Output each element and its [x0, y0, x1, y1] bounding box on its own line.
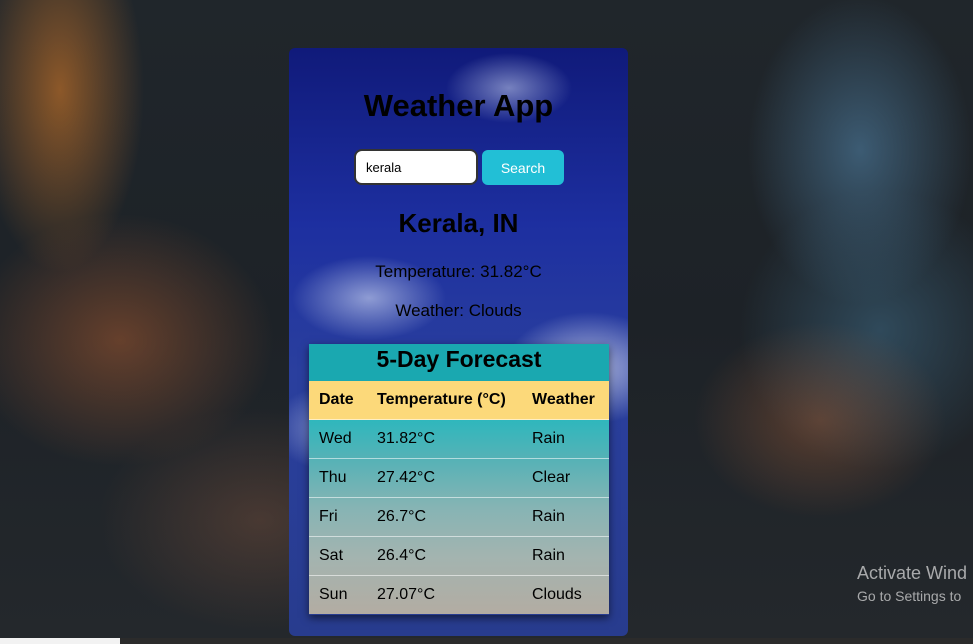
column-header-weather: Weather: [532, 391, 595, 408]
column-header-temperature: Temperature (°C): [377, 391, 506, 408]
weather-app-card: Weather App Search Kerala, IN Temperatur…: [289, 48, 628, 636]
forecast-weather: Rain: [522, 419, 609, 459]
search-button[interactable]: Search: [482, 150, 564, 185]
table-row: Sun 27.07°C Clouds: [309, 575, 609, 614]
watermark-title: Activate Wind: [857, 563, 968, 583]
forecast-weather: Rain: [522, 497, 609, 537]
forecast-table: Date Temperature (°C) Weather Wed 31.82°…: [309, 381, 609, 614]
taskbar-thumbnail[interactable]: [0, 638, 120, 644]
forecast-day: Sun: [309, 575, 367, 614]
table-row: Fri 26.7°C Rain: [309, 497, 609, 537]
forecast-temperature: 27.07°C: [367, 575, 522, 614]
forecast-day: Sat: [309, 536, 367, 576]
table-row: Thu 27.42°C Clear: [309, 458, 609, 498]
taskbar-strip: [0, 638, 973, 644]
forecast-title: 5-Day Forecast: [309, 344, 609, 381]
forecast-weather: Clear: [522, 458, 609, 498]
watermark-subtitle: Go to Settings to: [857, 588, 962, 604]
app-title: Weather App: [363, 88, 554, 123]
location-name: Kerala, IN: [398, 208, 519, 238]
forecast-weather: Clouds: [522, 575, 609, 614]
table-row: Wed 31.82°C Rain: [309, 419, 609, 459]
current-temperature: Temperature: 31.82°C: [375, 262, 542, 281]
table-header-row: Date Temperature (°C) Weather: [309, 381, 609, 420]
activation-watermark: Activate Wind Go to Settings to: [857, 563, 967, 604]
forecast-day: Thu: [309, 458, 367, 498]
forecast-day: Fri: [309, 497, 367, 537]
table-row: Sat 26.4°C Rain: [309, 536, 609, 576]
column-header-date: Date: [319, 391, 354, 408]
forecast-panel: 5-Day Forecast Date Temperature (°C) Wea…: [309, 344, 609, 615]
forecast-temperature: 31.82°C: [367, 419, 522, 459]
city-search-input[interactable]: [354, 149, 478, 185]
forecast-weather: Rain: [522, 536, 609, 576]
forecast-day: Wed: [309, 419, 367, 459]
forecast-temperature: 26.7°C: [367, 497, 522, 537]
forecast-temperature: 27.42°C: [367, 458, 522, 498]
forecast-temperature: 26.4°C: [367, 536, 522, 576]
current-weather: Weather: Clouds: [395, 301, 522, 320]
